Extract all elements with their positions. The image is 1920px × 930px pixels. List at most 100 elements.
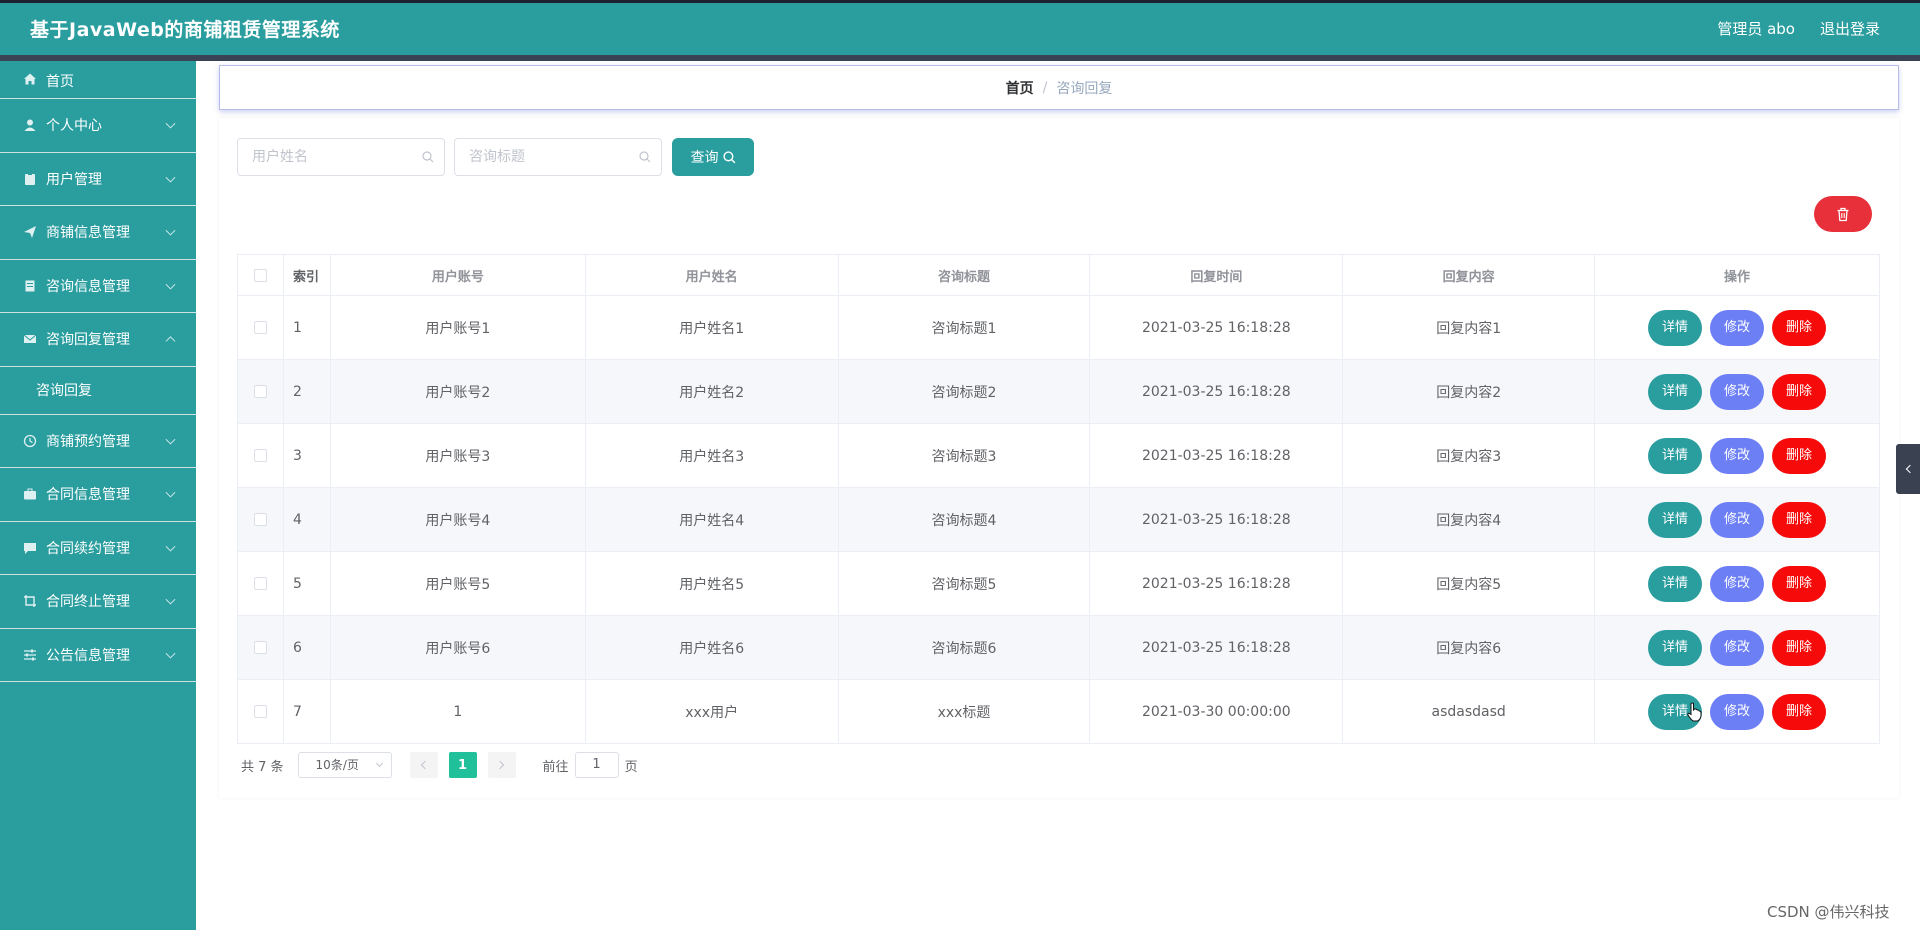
page-size-value: 10条/页: [315, 758, 359, 772]
clipboard-icon: [22, 171, 38, 187]
sidebar-item-shop-info[interactable]: 商铺信息管理: [0, 206, 196, 260]
edit-button[interactable]: 修改: [1710, 437, 1765, 474]
delete-button[interactable]: 删除: [1772, 501, 1827, 538]
edit-button[interactable]: 修改: [1710, 501, 1765, 538]
cell-time: 2021-03-30 00:00:00: [1089, 679, 1344, 744]
cell-name: 用户姓名3: [585, 423, 839, 488]
cell-account: 用户账号1: [330, 295, 586, 360]
sidebar-subitem-consult-reply[interactable]: 咨询回复: [0, 367, 196, 415]
detail-button[interactable]: 详情: [1648, 565, 1703, 602]
cell-name: 用户姓名5: [585, 551, 839, 616]
cell-actions: 详情 修改 删除: [1594, 615, 1880, 680]
pagination-total: 共 7 条: [241, 759, 284, 775]
row-checkbox[interactable]: [253, 449, 267, 462]
suitcase-icon: [22, 486, 38, 502]
trash-icon: [1837, 207, 1849, 221]
current-user: 管理员 abo: [1717, 20, 1795, 38]
user-name-search[interactable]: [237, 138, 445, 176]
chevron-down-icon: [165, 487, 176, 498]
query-button[interactable]: 查询: [672, 138, 754, 176]
chevron-down-icon: [165, 541, 176, 552]
delete-button[interactable]: 删除: [1772, 309, 1827, 346]
sidebar-item-consult-info[interactable]: 咨询信息管理: [0, 260, 196, 313]
sidebar-item-contract-info[interactable]: 合同信息管理: [0, 468, 196, 522]
message-icon: [22, 331, 38, 347]
row-checkbox[interactable]: [253, 321, 267, 334]
row-checkbox[interactable]: [253, 641, 267, 654]
prev-page-button[interactable]: [409, 752, 438, 778]
detail-button[interactable]: 详情: [1648, 501, 1703, 538]
app-title: 基于JavaWeb的商铺租赁管理系统: [30, 19, 340, 41]
consult-title-input[interactable]: [455, 139, 625, 175]
hand-cursor-icon: [1687, 702, 1702, 722]
delete-button[interactable]: 删除: [1772, 565, 1827, 602]
table-row: 2 用户账号2 用户姓名2 咨询标题2 2021-03-25 16:18:28 …: [237, 359, 1880, 424]
delete-button[interactable]: 删除: [1772, 437, 1827, 474]
cell-actions: 详情 修改 删除: [1594, 551, 1880, 616]
sidebar-item-users[interactable]: 用户管理: [0, 153, 196, 206]
delete-button[interactable]: 删除: [1772, 373, 1827, 410]
panel-collapse-tab[interactable]: [1896, 444, 1920, 494]
cell-name: 用户姓名1: [585, 295, 839, 360]
cell-title: 咨询标题5: [838, 551, 1091, 616]
detail-button[interactable]: 详情: [1648, 309, 1703, 346]
edit-button[interactable]: 修改: [1710, 373, 1765, 410]
page-size-select[interactable]: 10条/页: [297, 752, 392, 778]
batch-delete-button[interactable]: [1814, 196, 1872, 232]
row-checkbox[interactable]: [253, 385, 267, 398]
edit-button[interactable]: 修改: [1710, 629, 1765, 666]
edit-button[interactable]: 修改: [1710, 565, 1765, 602]
edit-button[interactable]: 修改: [1710, 693, 1765, 730]
breadcrumb-home[interactable]: 首页: [1006, 78, 1034, 98]
cell-time: 2021-03-25 16:18:28: [1089, 551, 1344, 616]
detail-button[interactable]: 详情: [1648, 629, 1703, 666]
next-page-button[interactable]: [487, 752, 516, 778]
detail-button[interactable]: 详情: [1648, 437, 1703, 474]
top-header: 基于JavaWeb的商铺租赁管理系统 管理员 abo 退出登录: [0, 0, 1920, 55]
chat-icon: [22, 540, 38, 556]
send-icon: [22, 224, 38, 240]
cell-content: 回复内容2: [1342, 359, 1596, 424]
goto-page-input[interactable]: 1: [574, 752, 619, 778]
sidebar-item-contract-renewal[interactable]: 合同续约管理: [0, 522, 196, 575]
detail-button[interactable]: 详情: [1648, 373, 1703, 410]
row-checkbox[interactable]: [253, 513, 267, 526]
cell-time: 2021-03-25 16:18:28: [1089, 487, 1344, 552]
row-select-cell: [237, 487, 284, 552]
delete-button[interactable]: 删除: [1772, 629, 1827, 666]
consult-title-search[interactable]: [454, 138, 662, 176]
row-checkbox[interactable]: [253, 705, 267, 718]
cell-account: 用户账号6: [330, 615, 586, 680]
sidebar-item-profile[interactable]: 个人中心: [0, 99, 196, 153]
user-name-input[interactable]: [238, 139, 408, 175]
edit-button[interactable]: 修改: [1710, 309, 1765, 346]
sidebar-item-announcement[interactable]: 公告信息管理: [0, 629, 196, 682]
sidebar-item-home[interactable]: 首页: [0, 61, 196, 99]
user-icon: [22, 117, 38, 133]
sidebar-item-label: 首页: [46, 74, 74, 90]
cell-actions: 详情 修改 删除: [1594, 679, 1880, 744]
logout-button[interactable]: 退出登录: [1820, 18, 1880, 39]
row-checkbox[interactable]: [253, 577, 267, 590]
table-header-row: 索引 用户账号 用户姓名 咨询标题 回复时间 回复内容 操作: [237, 254, 1880, 296]
cell-account: 用户账号4: [330, 487, 586, 552]
select-all-checkbox[interactable]: [253, 268, 267, 282]
page-number-active[interactable]: 1: [448, 752, 477, 778]
goto-suffix: 页: [624, 759, 638, 775]
delete-button[interactable]: 删除: [1772, 693, 1827, 730]
cell-index: 4: [283, 487, 331, 552]
cell-account: 用户账号5: [330, 551, 586, 616]
sidebar-item-label: 用户管理: [46, 171, 102, 188]
cell-time: 2021-03-25 16:18:28: [1089, 359, 1344, 424]
column-header: 咨询标题: [838, 254, 1091, 296]
cell-content: 回复内容3: [1342, 423, 1596, 488]
sidebar-item-label: 商铺信息管理: [46, 225, 130, 242]
cell-account: 用户账号3: [330, 423, 586, 488]
cell-name: 用户姓名2: [585, 359, 839, 424]
cell-time: 2021-03-25 16:18:28: [1089, 423, 1344, 488]
cell-content: 回复内容6: [1342, 615, 1596, 680]
sidebar-item-shop-reservation[interactable]: 商铺预约管理: [0, 415, 196, 468]
sidebar-item-contract-termination[interactable]: 合同终止管理: [0, 575, 196, 629]
cell-title: 咨询标题1: [838, 295, 1091, 360]
sidebar-item-consult-reply[interactable]: 咨询回复管理: [0, 313, 196, 367]
